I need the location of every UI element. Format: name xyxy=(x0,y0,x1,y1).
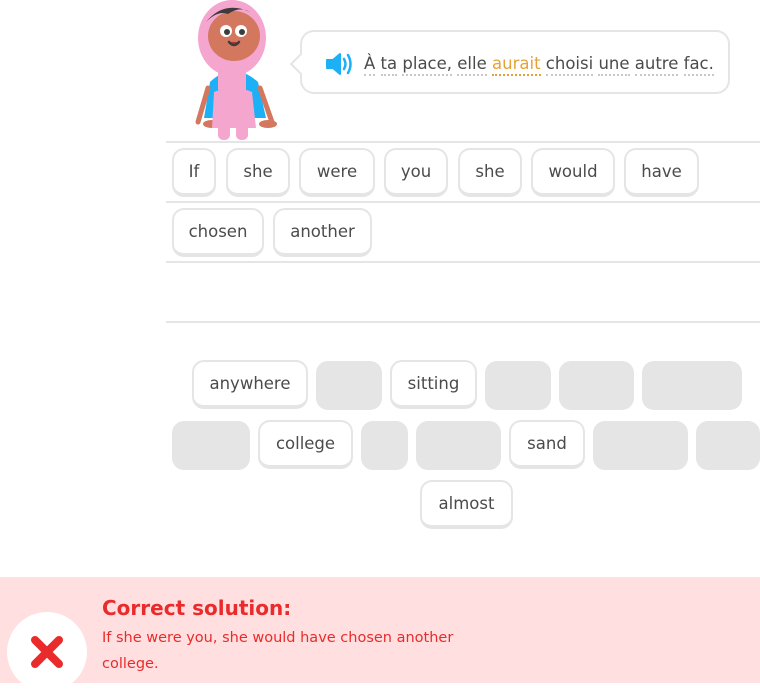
prompt-word[interactable]: autre xyxy=(634,54,679,76)
answer-tile[interactable]: have xyxy=(624,148,699,197)
word-bank-empty-slot xyxy=(316,361,382,410)
prompt-word[interactable]: ta xyxy=(380,54,398,76)
word-bank-empty-slot xyxy=(642,361,742,410)
word-bank-tile[interactable]: almost xyxy=(420,480,513,529)
feedback-icon-badge xyxy=(7,612,87,692)
word-bank-empty-slot xyxy=(593,421,688,470)
character-illustration xyxy=(188,0,280,142)
answer-line xyxy=(166,261,760,263)
highlighted-word[interactable]: aurait xyxy=(492,54,541,76)
correct-solution-text: If she were you, she would have chosen a… xyxy=(102,630,454,672)
answer-tile[interactable]: she xyxy=(226,148,290,197)
word-bank-tile[interactable]: college xyxy=(258,420,353,469)
prompt-sentence: À ta place, elle aurait choisi une autre… xyxy=(364,53,714,76)
prompt-word[interactable]: fac. xyxy=(683,54,714,76)
speaker-button[interactable] xyxy=(325,50,355,78)
close-x-icon xyxy=(31,636,63,668)
answer-tile[interactable]: another xyxy=(273,208,372,257)
feedback-title: Correct solution: xyxy=(102,596,292,620)
speech-bubble: À ta place, elle aurait choisi une autre… xyxy=(289,30,730,94)
word-bank-empty-slot xyxy=(416,421,501,470)
answer-tile[interactable]: were xyxy=(299,148,375,197)
answer-tile[interactable]: she xyxy=(458,148,522,197)
prompt-word[interactable]: elle xyxy=(457,54,487,76)
speaker-icon xyxy=(326,53,352,75)
answer-line xyxy=(166,321,760,323)
prompt-word[interactable]: À xyxy=(364,54,376,76)
answer-line xyxy=(166,201,760,203)
answer-tile[interactable]: you xyxy=(384,148,448,197)
answer-tile[interactable]: If xyxy=(172,148,216,197)
answer-tile[interactable]: would xyxy=(531,148,615,197)
word-bank-empty-slot xyxy=(361,421,408,470)
word-bank-tile[interactable]: sitting xyxy=(390,360,477,409)
feedback-banner: Correct solution: If she were you, she w… xyxy=(0,577,760,692)
word-bank-empty-slot xyxy=(172,421,250,470)
prompt-word[interactable]: choisi xyxy=(545,54,594,76)
word-bank-empty-slot xyxy=(696,421,760,470)
word-bank-empty-slot xyxy=(559,361,634,410)
prompt-word[interactable]: place, xyxy=(402,54,453,76)
word-bank-empty-slot xyxy=(485,361,551,410)
answer-area: If she were you she would have chosen an… xyxy=(166,141,760,323)
answer-line xyxy=(166,141,760,143)
answer-tile[interactable]: chosen xyxy=(172,208,264,257)
word-bank-tile[interactable]: sand xyxy=(509,420,585,469)
word-bank-tile[interactable]: anywhere xyxy=(192,360,308,409)
bubble-tail xyxy=(289,52,313,76)
prompt-word[interactable]: une xyxy=(598,54,630,76)
